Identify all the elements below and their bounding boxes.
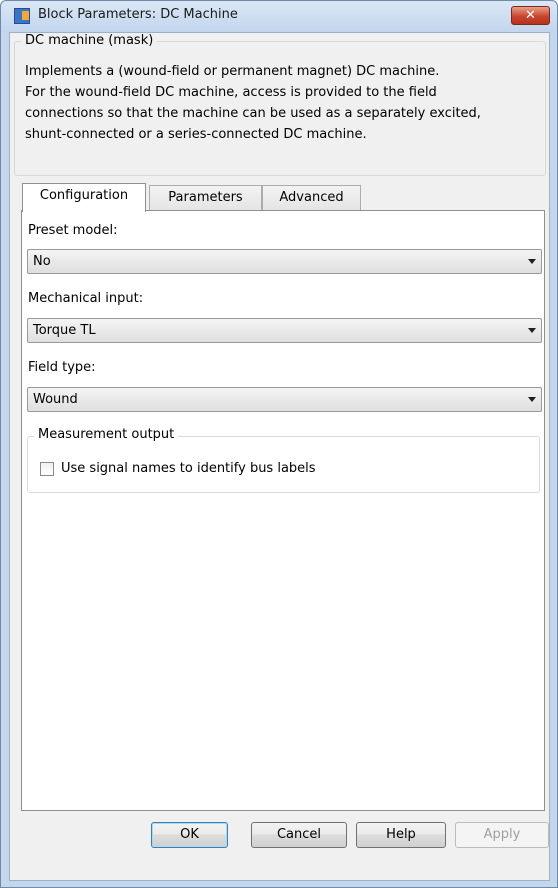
measurement-output-group: Measurement output Use signal names to i… bbox=[27, 427, 540, 493]
ok-button[interactable]: OK bbox=[151, 822, 228, 848]
description-group: DC machine (mask) Implements a (wound-fi… bbox=[14, 33, 546, 176]
apply-button[interactable]: Apply bbox=[455, 822, 549, 848]
tab-advanced[interactable]: Advanced bbox=[262, 185, 361, 211]
simulink-block-icon bbox=[14, 8, 30, 24]
mechanical-input-label: Mechanical input: bbox=[28, 291, 144, 306]
mechanical-input-value: Torque TL bbox=[33, 323, 96, 338]
cancel-button[interactable]: Cancel bbox=[251, 822, 347, 848]
preset-model-dropdown[interactable]: No bbox=[27, 249, 542, 274]
field-type-value: Wound bbox=[33, 392, 78, 407]
dialog-client: DC machine (mask) Implements a (wound-fi… bbox=[9, 32, 550, 881]
chevron-down-icon bbox=[528, 328, 536, 333]
use-signal-names-checkbox[interactable] bbox=[40, 462, 54, 476]
field-type-dropdown[interactable]: Wound bbox=[27, 387, 542, 412]
window-title: Block Parameters: DC Machine bbox=[38, 7, 238, 22]
preset-model-label: Preset model: bbox=[28, 223, 118, 238]
preset-model-value: No bbox=[33, 254, 51, 269]
field-type-label: Field type: bbox=[28, 360, 96, 375]
description-legend: DC machine (mask) bbox=[21, 33, 158, 48]
dialog-window: Block Parameters: DC Machine ✕ DC machin… bbox=[0, 0, 558, 888]
tab-parameters[interactable]: Parameters bbox=[149, 185, 262, 211]
chevron-down-icon bbox=[528, 397, 536, 402]
chevron-down-icon bbox=[528, 259, 536, 264]
measurement-output-legend: Measurement output bbox=[34, 427, 179, 442]
title-bar[interactable]: Block Parameters: DC Machine ✕ bbox=[1, 1, 557, 31]
description-text: Implements a (wound-field or permanent m… bbox=[25, 64, 481, 142]
tab-configuration[interactable]: Configuration bbox=[22, 183, 146, 212]
use-signal-names-label[interactable]: Use signal names to identify bus labels bbox=[61, 461, 316, 476]
configuration-panel: Preset model: No Mechanical input: Torqu… bbox=[21, 210, 545, 811]
mechanical-input-dropdown[interactable]: Torque TL bbox=[27, 318, 542, 343]
help-button[interactable]: Help bbox=[356, 822, 446, 848]
close-button[interactable]: ✕ bbox=[511, 6, 550, 25]
